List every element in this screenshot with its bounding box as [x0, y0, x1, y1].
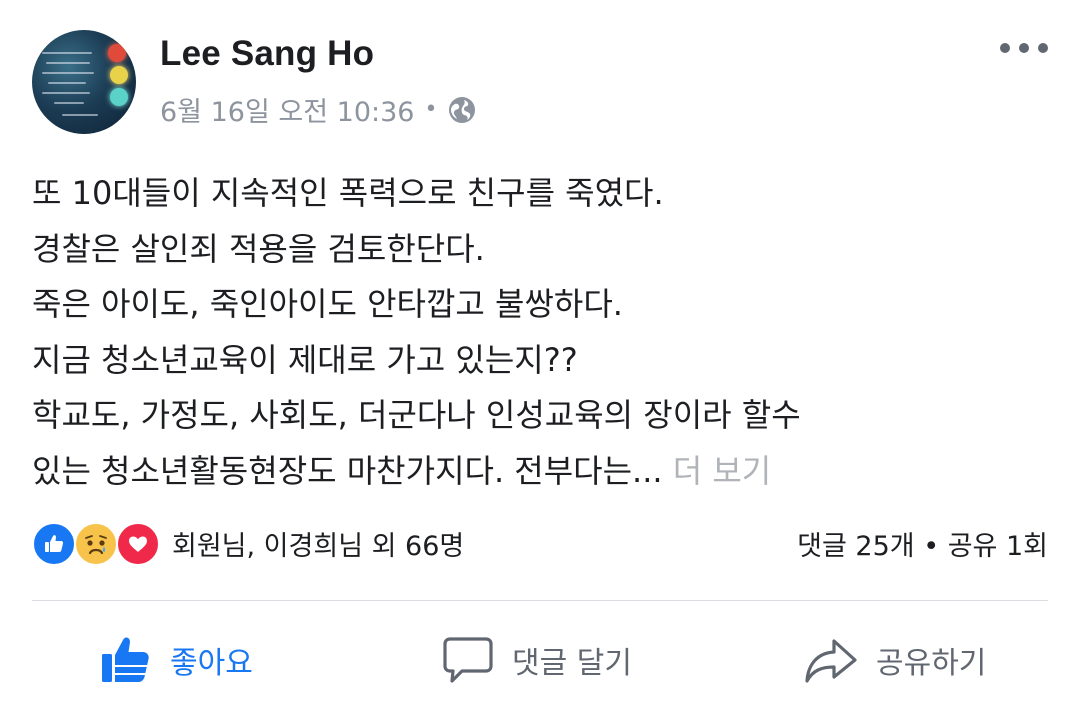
avatar[interactable]: [32, 30, 136, 134]
author-name[interactable]: Lee Sang Ho: [160, 34, 374, 74]
post-text-line: 또 10대들이 지속적인 폭력으로 친구를 죽였다.: [32, 174, 664, 212]
avatar-detail: [62, 114, 98, 116]
more-dot: [1000, 43, 1010, 53]
post-text-line: 있는 청소년활동현장도 마찬가지다. 전부다는...: [32, 451, 663, 490]
avatar-detail: [42, 72, 94, 74]
see-more-link[interactable]: 더 보기: [673, 452, 772, 490]
avatar-detail: [48, 82, 86, 84]
action-bar: 좋아요 댓글 달기 공유하기: [32, 620, 1048, 700]
reaction-names[interactable]: 회원님, 이경희님 외 66명: [172, 524, 464, 563]
sad-icon: [74, 522, 118, 566]
post-text-last-line: 있는 청소년활동현장도 마찬가지다. 전부다는... 더 보기: [32, 444, 1048, 500]
meta-separator: •: [424, 97, 438, 122]
post-text-line: 경찰은 살인죄 적용을 검토한단다.: [32, 229, 485, 268]
more-dot: [1019, 43, 1029, 53]
reactions-summary: 회원님, 이경희님 외 66명 댓글 25개 • 공유 1회: [32, 520, 1048, 570]
post-text-line: 학교도, 가정도, 사회도, 더군다나 인성교육의 장이라 할수: [32, 396, 801, 434]
comment-label: 댓글 달기: [512, 646, 632, 681]
more-dot: [1038, 43, 1048, 53]
post-timestamp[interactable]: 6월 16일 오전 10:36: [160, 90, 414, 129]
share-arrow-icon: [805, 639, 857, 683]
avatar-detail: [42, 52, 92, 54]
post-text-line: 죽은 아이도, 죽인아이도 안타깝고 불쌍하다.: [32, 285, 623, 323]
avatar-light-red: [108, 44, 126, 62]
divider: [32, 600, 1048, 601]
share-button[interactable]: 공유하기: [804, 620, 986, 700]
avatar-detail: [46, 62, 90, 64]
comment-button[interactable]: 댓글 달기: [442, 620, 632, 700]
more-options-icon[interactable]: [1000, 38, 1048, 58]
share-label: 공유하기: [876, 646, 987, 681]
avatar-detail: [54, 102, 84, 104]
post-header: Lee Sang Ho 6월 16일 오전 10:36 •: [32, 30, 1048, 134]
globe-icon: [449, 96, 476, 123]
post-body: 또 10대들이 지속적인 폭력으로 친구를 죽였다. 경찰은 살인죄 적용을 검…: [32, 166, 1048, 499]
comment-icon: [443, 637, 493, 683]
post-text-line: 지금 청소년교육이 제대로 가고 있는지??: [32, 340, 578, 379]
post-meta: 6월 16일 오전 10:36 •: [160, 90, 477, 129]
comment-share-counts[interactable]: 댓글 25개 • 공유 1회: [797, 524, 1048, 563]
reaction-icons[interactable]: [32, 522, 162, 566]
avatar-light-green: [110, 88, 128, 106]
thumbs-up-icon: [102, 637, 149, 682]
like-label: 좋아요: [170, 646, 253, 681]
like-button[interactable]: 좋아요: [100, 620, 253, 700]
love-icon: [116, 522, 160, 566]
avatar-detail: [42, 92, 90, 94]
avatar-light-yellow: [110, 66, 128, 84]
like-icon: [32, 522, 76, 566]
